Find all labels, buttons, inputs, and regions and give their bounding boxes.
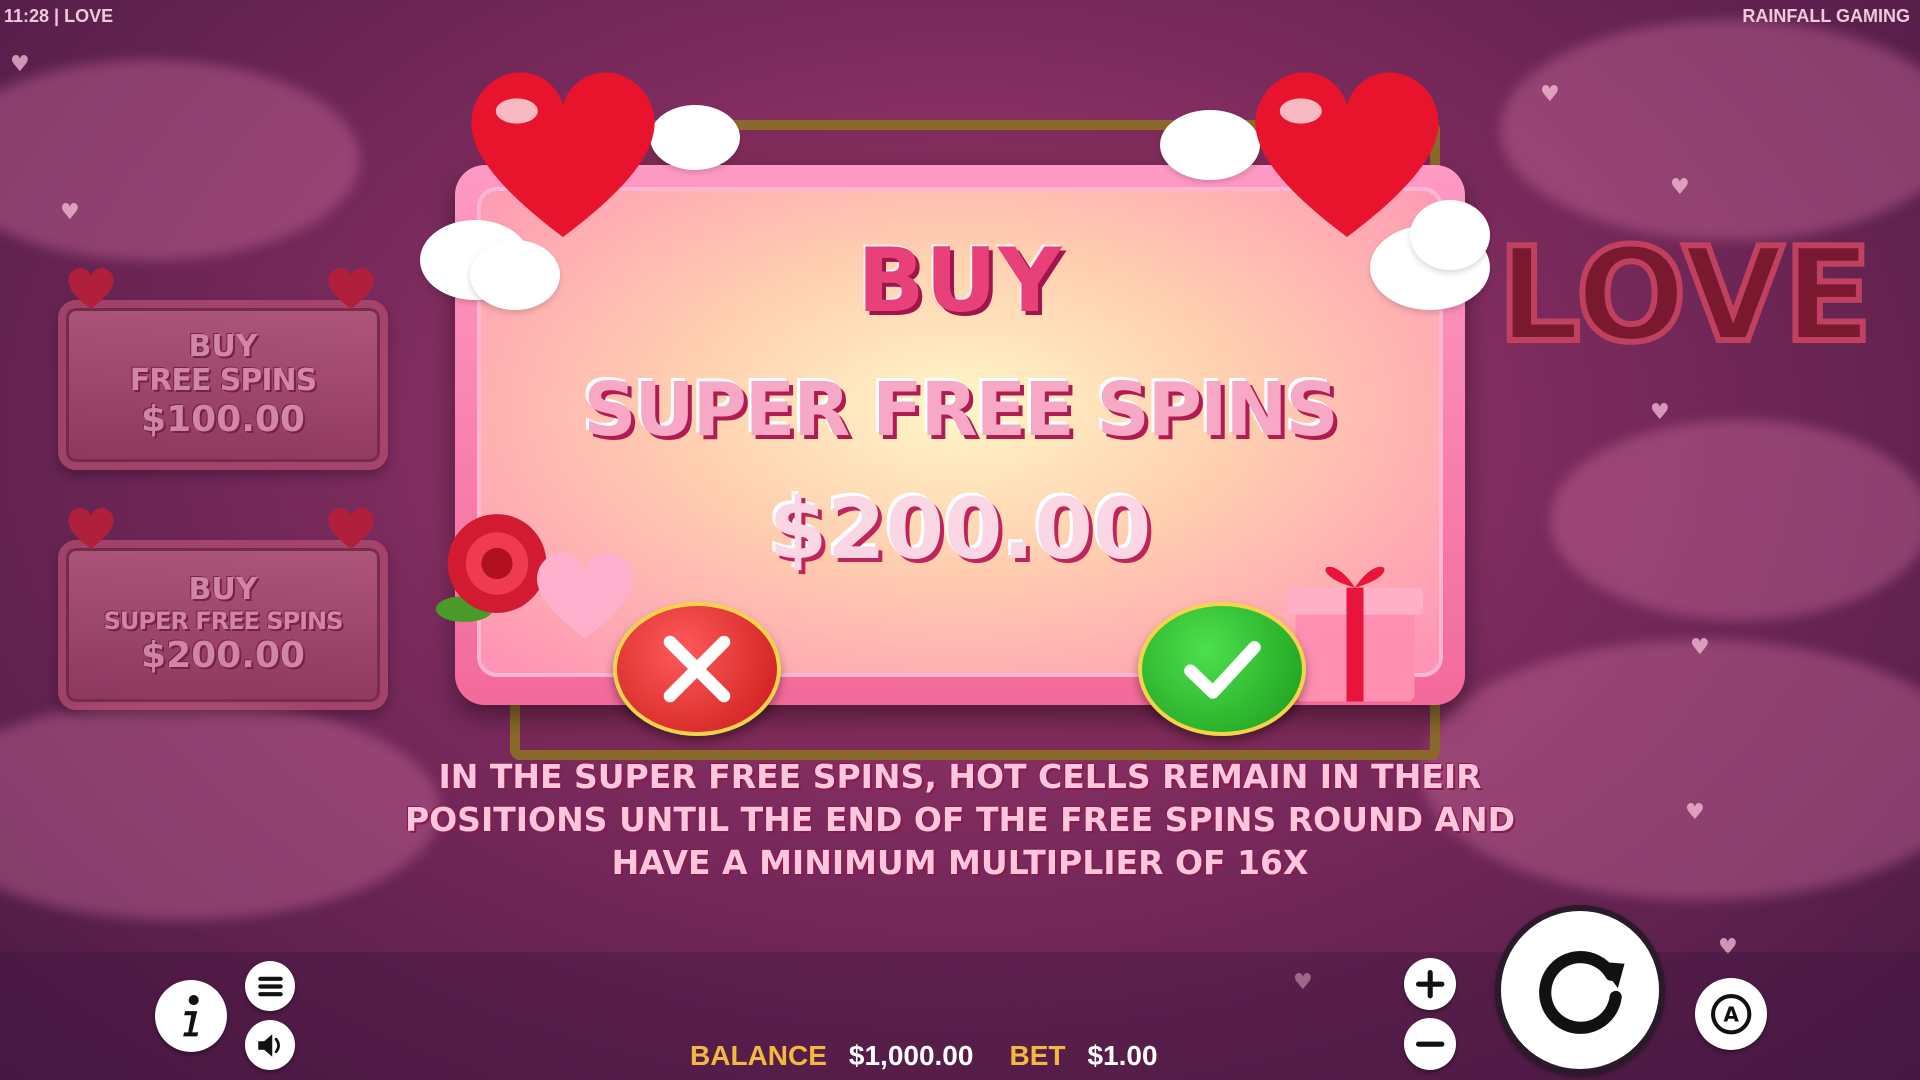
sound-button[interactable]: [245, 1020, 295, 1070]
confirm-button[interactable]: [1138, 602, 1306, 736]
balance-label: BALANCE: [690, 1040, 827, 1071]
bet-decrease-button[interactable]: [1404, 1018, 1456, 1070]
spin-button[interactable]: [1495, 905, 1665, 1075]
heart-icon: ♥: [1685, 800, 1705, 825]
cloud: [0, 60, 360, 260]
menu-button[interactable]: [245, 961, 295, 1011]
game-screen: { "header": { "time_title": "11:28 | LOV…: [0, 0, 1920, 1080]
heart-icon: ♥: [1540, 82, 1560, 107]
plus-icon: [1415, 969, 1445, 999]
cloud-puff: [470, 240, 560, 310]
balance-value: $1,000.00: [848, 1040, 974, 1071]
status-bar: BALANCE $1,000.00 BET $1.00: [690, 1040, 1172, 1072]
cloud: [1500, 20, 1920, 240]
heart-icon: [65, 262, 117, 314]
info-icon: [182, 994, 199, 1037]
buy-super-free-spins-panel[interactable]: BUY SUPER FREE SPINS $200.00: [58, 540, 388, 710]
autoplay-icon: A: [1710, 993, 1752, 1035]
heart-icon: [65, 502, 117, 554]
panel-line2: SUPER FREE SPINS: [103, 606, 344, 635]
dialog-title: BUY: [857, 229, 1063, 332]
brand-label: RAINFALL GAMING: [1742, 6, 1910, 26]
game-logo: LOVE: [1485, 215, 1885, 405]
dialog-subtitle: SUPER FREE SPINS: [583, 367, 1339, 453]
bet-label: BET: [1009, 1040, 1066, 1071]
heart-icon: [325, 262, 377, 314]
svg-text:A: A: [1723, 1002, 1739, 1026]
spin-icon: [1538, 950, 1625, 1034]
speaker-icon: [257, 1033, 280, 1057]
heart-icon: [458, 58, 668, 248]
panel-line1: BUY: [188, 328, 258, 364]
heart-icon: [1242, 58, 1452, 248]
panel-line2: FREE SPINS: [129, 363, 317, 399]
panel-line1: BUY: [188, 572, 258, 608]
bet-increase-button[interactable]: [1404, 958, 1456, 1010]
cloud: [0, 700, 440, 920]
minus-icon: [1415, 1041, 1445, 1047]
checkmark-icon: [1184, 641, 1261, 699]
heart-icon: ♥: [1690, 635, 1710, 660]
heart-icon: ♥: [1670, 175, 1690, 200]
logo-text: LOVE: [1498, 219, 1873, 371]
heart-icon: ♥: [60, 200, 80, 225]
panel-price: $200.00: [141, 635, 305, 677]
heart-icon: [325, 502, 377, 554]
info-button[interactable]: [155, 980, 227, 1052]
dialog-price: $200.00: [768, 480, 1152, 578]
window-title: 11:28 | LOVE: [4, 6, 114, 26]
cloud: [1550, 420, 1920, 620]
cancel-button[interactable]: [613, 602, 781, 736]
feature-description: IN THE SUPER FREE SPINS, HOT CELLS REMAI…: [404, 757, 1516, 882]
close-icon: [663, 635, 731, 703]
buy-free-spins-panel[interactable]: BUY FREE SPINS $100.00: [58, 300, 388, 470]
autoplay-button[interactable]: A: [1695, 978, 1767, 1050]
panel-price: $100.00: [141, 398, 305, 440]
bet-value: $1.00: [1087, 1040, 1158, 1071]
heart-icon: ♥: [10, 52, 30, 77]
menu-icon: [257, 976, 283, 996]
